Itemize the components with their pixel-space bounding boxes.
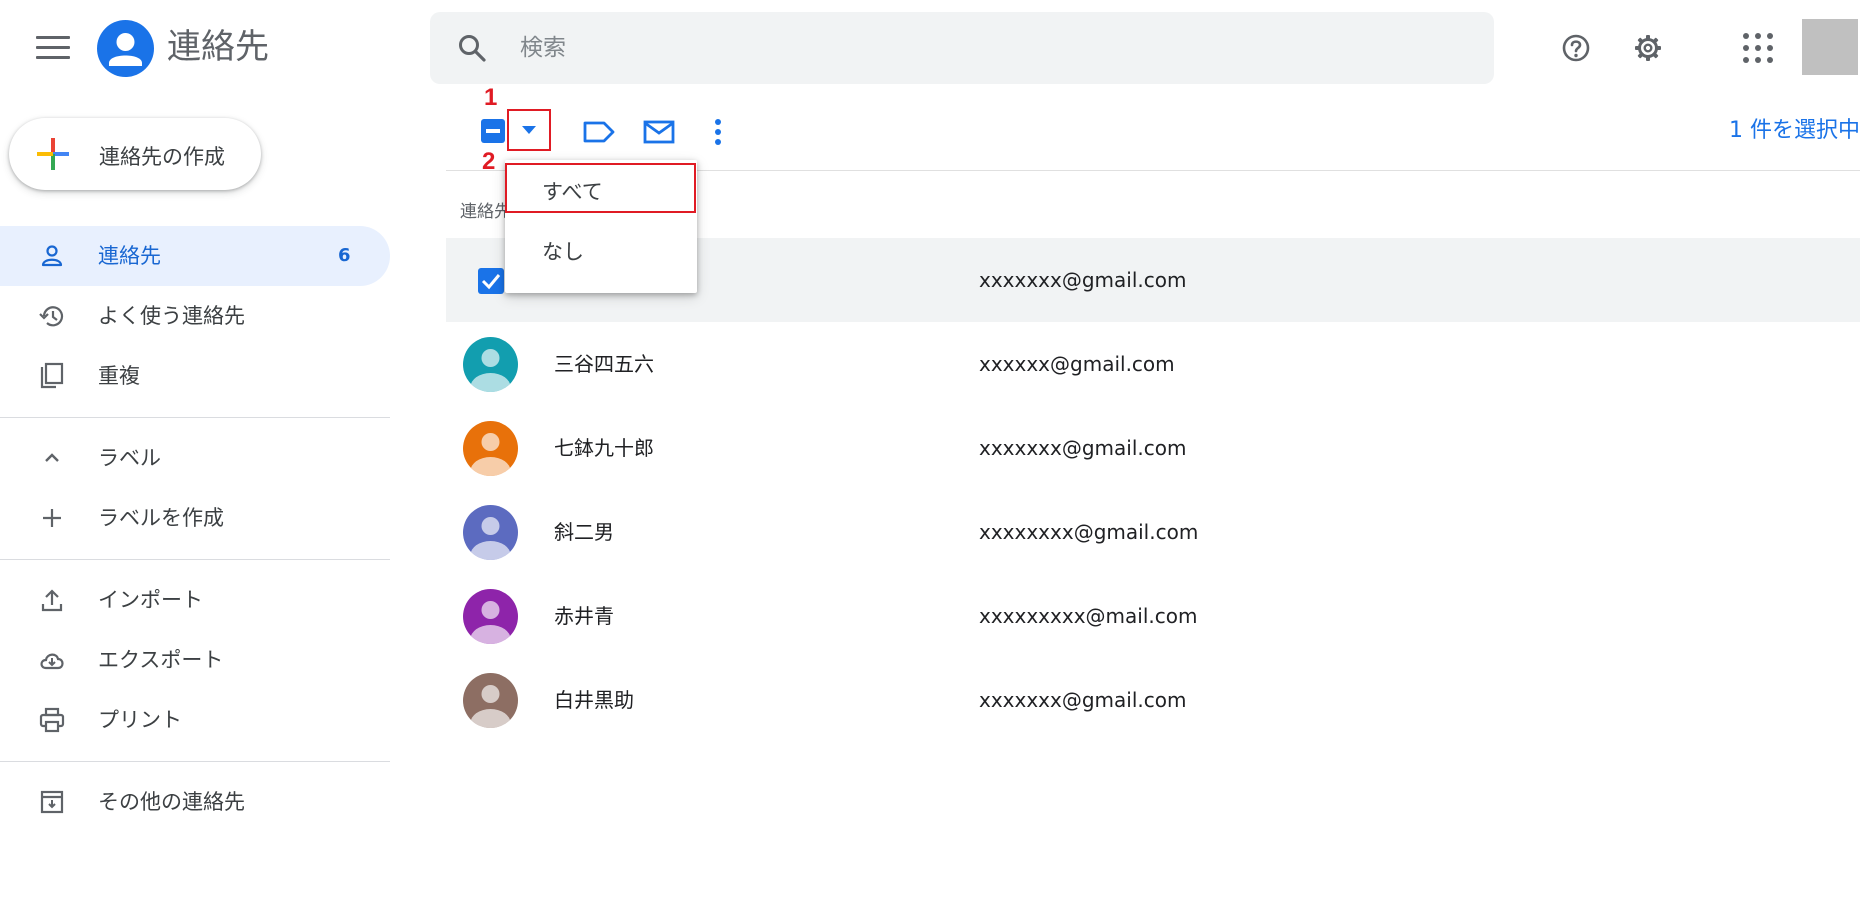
- contact-avatar: [463, 337, 518, 392]
- sidebar-divider: [0, 559, 390, 560]
- sidebar-item-contacts[interactable]: 連絡先 6: [0, 226, 390, 286]
- contact-avatar: [463, 505, 518, 560]
- search-icon[interactable]: [456, 32, 488, 64]
- copy-icon: [40, 362, 64, 389]
- sidebar-item-print[interactable]: プリント: [0, 690, 390, 750]
- sidebar-item-import[interactable]: インポート: [0, 570, 390, 630]
- list-header: 連絡先: [460, 202, 511, 222]
- contacts-logo-icon: [97, 20, 154, 77]
- contact-email: xxxxxxx@gmail.com: [979, 688, 1187, 712]
- archive-icon: [40, 790, 64, 814]
- contact-row[interactable]: 三谷四五六 xxxxxx@gmail.com: [446, 322, 1860, 406]
- contact-avatar: [463, 589, 518, 644]
- contact-row[interactable]: 斜二男 xxxxxxxx@gmail.com: [446, 490, 1860, 574]
- contact-row[interactable]: 白井黒助 xxxxxxx@gmail.com: [446, 658, 1860, 742]
- apps-grid-icon[interactable]: [1740, 30, 1776, 66]
- mail-icon[interactable]: [642, 118, 676, 146]
- contact-email: xxxxxxx@gmail.com: [979, 436, 1187, 460]
- colorful-plus-icon: [37, 138, 69, 170]
- contact-name: 白井黒助: [554, 688, 634, 712]
- check-icon: [481, 274, 501, 290]
- contact-email: xxxxxxxxx@mail.com: [979, 604, 1198, 628]
- history-icon: [39, 306, 64, 327]
- print-icon: [39, 707, 65, 733]
- contact-email: xxxxxxxx@gmail.com: [979, 520, 1199, 544]
- label-icon[interactable]: [582, 118, 616, 146]
- sidebar-item-label: プリント: [98, 708, 182, 732]
- sidebar-divider: [0, 417, 390, 418]
- contact-email: xxxxxxx@gmail.com: [979, 268, 1187, 292]
- search-bar[interactable]: [430, 12, 1494, 84]
- sidebar-item-label: 重複: [98, 364, 140, 388]
- sidebar-item-label: その他の連絡先: [98, 790, 245, 814]
- contact-name: 七鉢九十郎: [554, 436, 654, 460]
- contact-avatar: [463, 673, 518, 728]
- annotation-highlight-2: [505, 163, 696, 213]
- more-vert-icon[interactable]: [708, 116, 728, 148]
- selection-count: 1 件を選択中: [1729, 118, 1860, 143]
- menu-item-select-none[interactable]: なし: [505, 226, 697, 278]
- sidebar-labels-toggle[interactable]: ラベル: [0, 428, 390, 488]
- person-icon: [41, 245, 63, 267]
- app-title: 連絡先: [167, 27, 269, 67]
- contacts-count-badge: 6: [338, 245, 351, 266]
- annotation-number-2: 2: [482, 148, 496, 175]
- sidebar-item-label: ラベル: [98, 446, 161, 470]
- contact-name: 三谷四五六: [554, 352, 654, 376]
- sidebar-item-create-label[interactable]: ラベルを作成: [0, 488, 390, 548]
- create-contact-label: 連絡先の作成: [99, 145, 225, 169]
- gear-icon[interactable]: [1628, 28, 1668, 68]
- annotation-highlight-1: [507, 109, 551, 151]
- main-menu-icon[interactable]: [36, 36, 70, 62]
- contact-avatar: [463, 421, 518, 476]
- sidebar-item-label: 連絡先: [98, 244, 161, 268]
- sidebar-item-duplicates[interactable]: 重複: [0, 346, 390, 406]
- sidebar-item-label: インポート: [98, 588, 203, 612]
- sidebar-divider: [0, 761, 390, 762]
- sidebar-item-label: エクスポート: [98, 648, 224, 672]
- cloud-download-icon: [40, 653, 64, 670]
- row-checkbox-checked[interactable]: [478, 268, 504, 294]
- contact-name: 赤井青: [554, 604, 614, 628]
- help-icon[interactable]: [1556, 28, 1596, 68]
- contact-row[interactable]: 七鉢九十郎 xxxxxxx@gmail.com: [446, 406, 1860, 490]
- contact-row[interactable]: 赤井青 xxxxxxxxx@mail.com: [446, 574, 1860, 658]
- contact-name: 斜二男: [554, 520, 614, 544]
- sidebar-item-export[interactable]: エクスポート: [0, 630, 390, 690]
- sidebar-item-other-contacts[interactable]: その他の連絡先: [0, 772, 390, 832]
- sidebar-item-frequent[interactable]: よく使う連絡先: [0, 286, 390, 346]
- select-all-checkbox[interactable]: [481, 119, 505, 143]
- create-contact-button[interactable]: 連絡先の作成: [9, 118, 261, 190]
- plus-icon: [43, 509, 61, 527]
- annotation-number-1: 1: [484, 84, 498, 111]
- sidebar-item-label: よく使う連絡先: [98, 304, 245, 328]
- menu-item-label: なし: [542, 240, 584, 264]
- sidebar-item-label: ラベルを作成: [98, 506, 224, 530]
- account-avatar[interactable]: [1802, 19, 1858, 75]
- chevron-up-icon: [45, 453, 59, 462]
- contact-email: xxxxxx@gmail.com: [979, 352, 1175, 376]
- search-input[interactable]: [520, 28, 1420, 68]
- upload-icon: [41, 589, 63, 612]
